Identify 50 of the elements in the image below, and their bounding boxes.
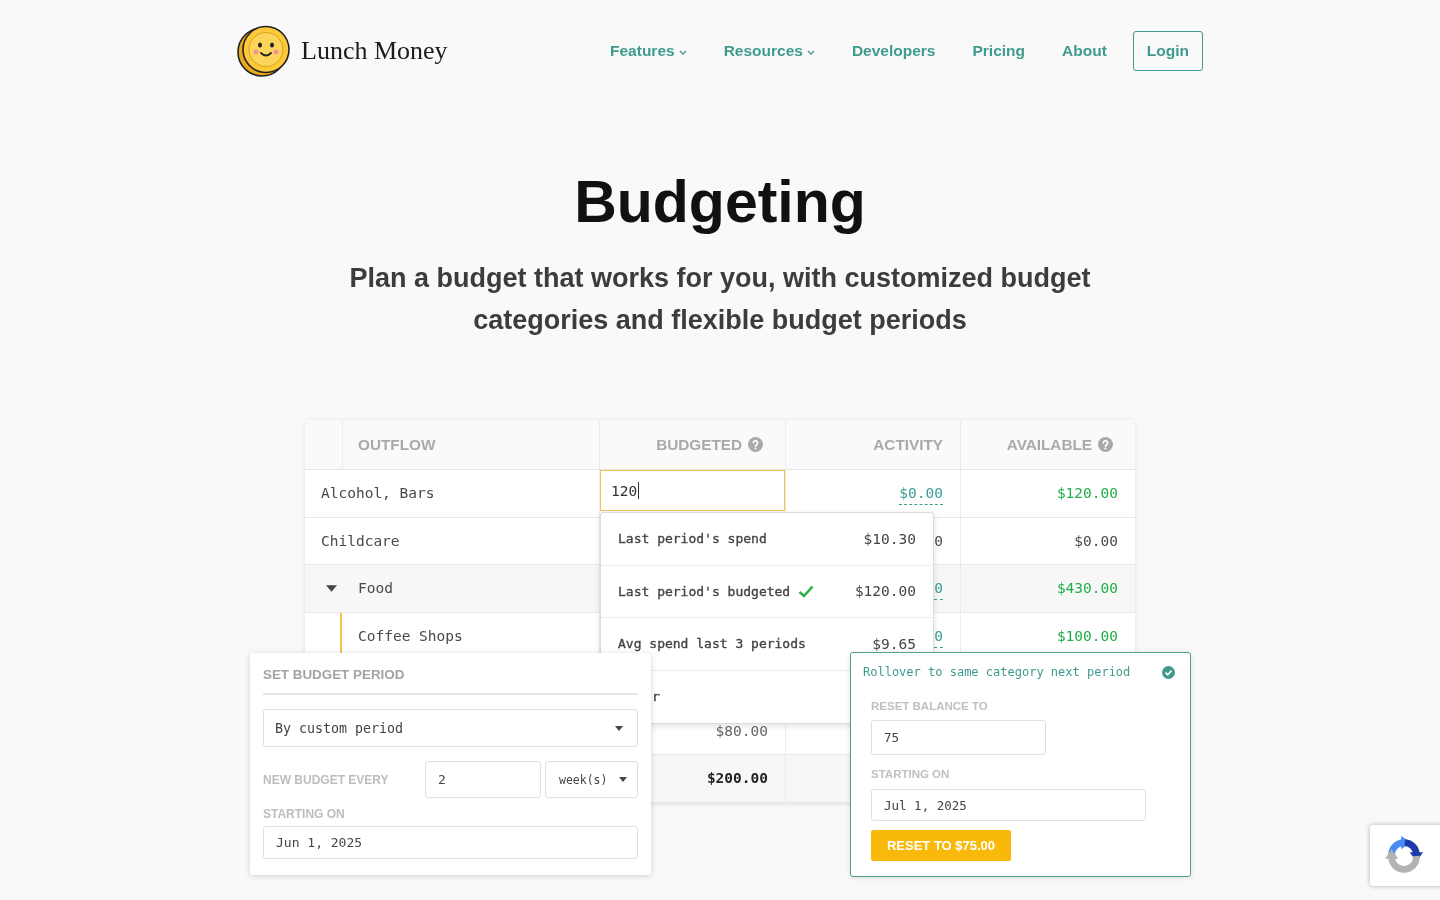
column-header: BUDGETED: [656, 435, 742, 454]
option-label: Last period's budgeted: [618, 583, 791, 599]
date-input[interactable]: Jun 1, 2025: [263, 826, 638, 859]
activity-amount: 0: [934, 532, 943, 549]
option-label: Last period's spend: [618, 531, 767, 547]
menu-option[interactable]: Last period's spend $10.30: [601, 513, 933, 566]
period-select[interactable]: By custom period: [263, 709, 638, 747]
budget-input[interactable]: 120: [600, 470, 785, 511]
balance-input[interactable]: 75: [871, 720, 1046, 755]
caret-down-icon[interactable]: [326, 584, 337, 592]
help-icon[interactable]: [748, 437, 763, 452]
panel-title: SET BUDGET PERIOD: [263, 667, 638, 695]
unit-select[interactable]: week(s): [545, 761, 638, 798]
text-cursor-icon: [638, 482, 640, 499]
option-amount: $120.00: [854, 583, 916, 600]
check-circle-icon[interactable]: [1162, 665, 1175, 679]
option-amount: $9.65: [872, 635, 916, 652]
menu-option[interactable]: Last period's budgeted $120.00: [601, 565, 933, 618]
field-label: RESET BALANCE TO: [871, 699, 988, 713]
option-label: r: [652, 689, 660, 705]
column-header: OUTFLOW: [358, 435, 436, 454]
category-name: Childcare: [321, 532, 400, 549]
available-amount: $0.00: [1074, 532, 1118, 549]
column-header: ACTIVITY: [873, 435, 943, 454]
chevron-down-icon: [806, 49, 815, 55]
home-link[interactable]: Lunch Money: [237, 24, 448, 77]
column-header: AVAILABLE: [1006, 435, 1092, 454]
available-amount: $120.00: [1056, 485, 1118, 502]
interval-input[interactable]: 2: [425, 761, 541, 798]
date-input[interactable]: Jul 1, 2025: [871, 789, 1146, 821]
category-name: Alcohol, Bars: [321, 485, 435, 502]
page-title: Budgeting: [573, 173, 867, 232]
page-subtitle: Plan a budget that works for you, with customized budget categories and flexible budget periods: [348, 262, 1092, 337]
option-amount: $10.30: [863, 530, 916, 547]
circular-arrows-icon: [1383, 834, 1425, 876]
menu-option[interactable]: r: [652, 670, 842, 723]
available-amount: $430.00: [1056, 580, 1118, 597]
total-amount: $200.00: [706, 770, 768, 787]
budget-amount: $80.00: [715, 722, 768, 739]
help-icon[interactable]: [1098, 437, 1113, 452]
smiley-face-icon: [237, 24, 291, 77]
available-amount: $100.00: [1056, 627, 1118, 644]
field-label: STARTING ON: [871, 767, 950, 781]
option-label: Avg spend last 3 periods: [618, 636, 806, 652]
category-name: Coffee Shops: [358, 627, 463, 644]
field-label: STARTING ON: [263, 807, 346, 821]
field-label: NEW BUDGET EVERY: [263, 772, 390, 787]
caret-down-icon: [619, 777, 627, 782]
chevron-down-icon: [678, 49, 687, 55]
category-name: Food: [358, 580, 393, 597]
